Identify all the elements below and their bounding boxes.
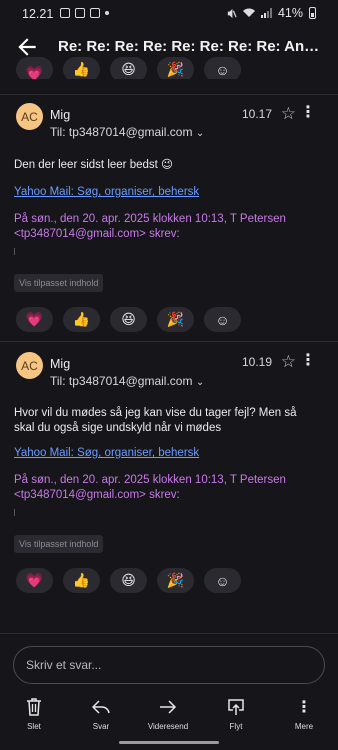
delete-label: Slet [27,722,41,731]
reply-input[interactable]: Skriv et svar... [13,646,325,684]
status-bar: 12.21 41% [0,0,338,28]
recipient: Til: tp3487014@gmail.com [50,125,193,139]
sender-name: Mig [50,357,71,371]
status-time: 12.21 [22,7,54,21]
star-icon[interactable]: ☆ [281,353,296,370]
signal-icon [260,8,272,18]
message-1[interactable]: AC Mig Til: tp3487014@gmail.com ⌄ 10.17 … [0,95,338,341]
sender-name: Mig [50,108,71,122]
forward-arrow-icon [160,700,177,714]
forward-button[interactable]: Videresend [138,696,198,731]
star-icon[interactable]: ☆ [281,105,296,122]
chevron-down-icon: ⌄ [195,377,205,388]
thumbs-up-reaction-button[interactable]: 👍 [63,57,100,79]
reply-icon [92,700,110,714]
move-to-folder-icon [228,699,244,715]
more-button[interactable]: ⋮ Mere [274,696,334,731]
reply-label: Svar [92,722,110,731]
game-notification-icon-2 [90,8,100,18]
more-vertical-icon: ⋮ [296,699,312,716]
game-notification-icon [75,8,85,18]
more-options-icon[interactable]: ⋮ [300,105,316,121]
reply-placeholder: Skriv et svar... [26,658,102,672]
home-indicator[interactable] [119,741,219,744]
reactions-row: 💗 👍 😆 🎉 ☺ [16,307,241,332]
move-button[interactable]: Flyt [206,696,266,731]
message-2[interactable]: AC Mig Til: tp3487014@gmail.com ⌄ 10.19 … [0,342,338,610]
avatar: AC [16,103,43,130]
party-reaction-button[interactable]: 🎉 [157,568,194,593]
chevron-down-icon: ⌄ [195,128,205,139]
email-subject: Re: Re: Re: Re: Re: Re: Re: Re: Annoncer… [58,38,326,55]
divider [0,633,338,634]
quote-marker [14,509,15,516]
heart-reaction-button[interactable]: 💗 [16,307,53,332]
heart-reaction-button[interactable]: 💗 [16,57,53,79]
recipient-line[interactable]: Til: tp3487014@gmail.com ⌄ [50,125,204,139]
more-label: Mere [294,722,314,731]
forward-label: Videresend [147,722,189,731]
bottom-toolbar: Slet Svar Videresend Flyt ⋮ Mere [0,696,338,740]
battery-percent: 41% [277,6,303,20]
yahoo-mail-link[interactable]: Yahoo Mail: Søg, organiser, behersk [14,447,199,459]
add-reaction-button[interactable]: ☺ [204,307,241,332]
battery-icon [309,7,316,19]
yahoo-mail-link[interactable]: Yahoo Mail: Søg, organiser, behersk [14,186,199,198]
message-body: Den der leer sidst leer bedst 😉 [14,159,174,171]
move-label: Flyt [229,722,243,731]
thumbs-up-reaction-button[interactable]: 👍 [63,568,100,593]
grin-reaction-button[interactable]: 😆 [110,57,147,79]
quoted-header: På søn., den 20. apr. 2025 klokken 10:13… [14,474,286,501]
thumbs-up-reaction-button[interactable]: 👍 [63,307,100,332]
more-notifications-icon [105,11,109,15]
grin-reaction-button[interactable]: 😆 [110,307,147,332]
recipient-line[interactable]: Til: tp3487014@gmail.com ⌄ [50,374,204,388]
status-right: 41% [226,6,316,20]
show-tailored-content-button[interactable]: Vis tilpasset indhold [14,274,104,292]
add-reaction-button[interactable]: ☺ [204,568,241,593]
wifi-icon [242,8,255,17]
party-reaction-button[interactable]: 🎉 [157,57,194,79]
quoted-header: På søn., den 20. apr. 2025 klokken 10:13… [14,213,286,240]
message-time: 10.17 [241,107,272,121]
more-options-icon[interactable]: ⋮ [300,353,316,369]
party-reaction-button[interactable]: 🎉 [157,307,194,332]
trash-icon [27,698,41,716]
gallery-notification-icon [60,8,70,18]
quote-marker [14,248,15,255]
reactions-row: 💗 👍 😆 🎉 ☺ [16,568,241,593]
delete-button[interactable]: Slet [4,696,64,731]
message-time: 10.19 [241,355,272,369]
mute-icon [227,8,237,18]
message-body: Hvor vil du mødes så jeg kan vise du tag… [14,407,297,434]
show-tailored-content-button[interactable]: Vis tilpasset indhold [14,535,104,553]
avatar: AC [16,352,43,379]
previous-reactions-row: 💗 👍 😆 🎉 ☺ [16,57,241,79]
grin-reaction-button[interactable]: 😆 [110,568,147,593]
add-reaction-button[interactable]: ☺ [204,57,241,79]
reply-button[interactable]: Svar [71,696,131,731]
recipient: Til: tp3487014@gmail.com [50,374,193,388]
heart-reaction-button[interactable]: 💗 [16,568,53,593]
notification-icons [60,8,109,18]
